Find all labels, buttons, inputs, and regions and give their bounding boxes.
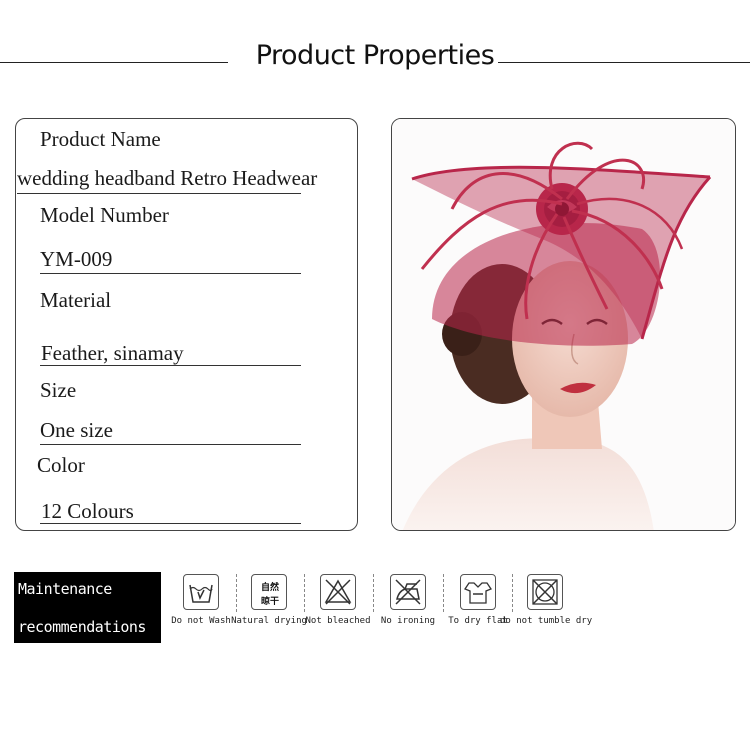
product-properties-panel: Product Name wedding headband Retro Head…: [15, 118, 358, 531]
material-underline: [40, 365, 301, 366]
no-wash-icon: [183, 574, 219, 610]
page-title: Product Properties: [255, 40, 495, 71]
color-underline: [40, 523, 301, 524]
color-value: 12 Colours: [41, 499, 134, 523]
maintenance-label-line1: Maintenance: [18, 580, 112, 598]
material-label: Material: [40, 288, 112, 312]
care-label-no-tumble-dry: do not tumble dry: [500, 616, 593, 626]
model-number-value: YM-009: [40, 247, 113, 271]
size-underline: [40, 444, 301, 445]
size-value: One size: [40, 418, 113, 442]
model-number-underline: [40, 273, 301, 274]
no-bleach-icon: [320, 574, 356, 610]
dry-flat-icon: [460, 574, 496, 610]
product-name-underline: [17, 193, 301, 194]
natural-drying-symbol-bottom: 晾干: [260, 597, 279, 607]
product-photo: [391, 118, 736, 531]
size-label: Size: [40, 378, 77, 402]
maintenance-label-line2: recommendations: [18, 618, 146, 636]
no-tumble-dry-icon: [527, 574, 563, 610]
color-label: Color: [37, 453, 85, 477]
product-name-value: wedding headband Retro Headwear: [17, 166, 318, 190]
model-number-label: Model Number: [40, 203, 169, 227]
model-with-fascinator-illustration: [392, 119, 735, 530]
product-name-label: Product Name: [40, 127, 161, 151]
care-item-no-tumble-dry: do not tumble dry: [500, 572, 592, 632]
material-value: Feather, sinamay: [41, 341, 184, 365]
natural-drying-symbol-top: 自然: [260, 583, 279, 593]
natural-drying-icon: 自然 晾干: [251, 574, 287, 610]
maintenance-recommendations-box: Maintenance recommendations: [14, 572, 161, 643]
no-iron-icon: [390, 574, 426, 610]
